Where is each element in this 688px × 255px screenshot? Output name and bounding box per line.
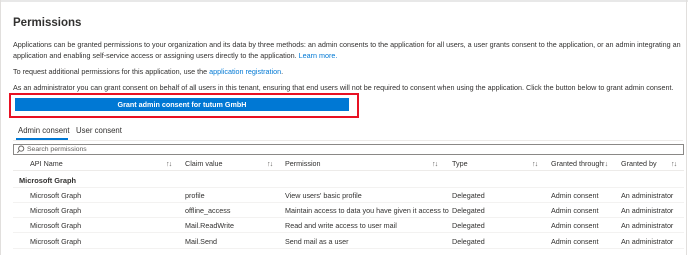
cell-type: Delegated: [452, 221, 485, 230]
group-header-microsoft-graph: Microsoft Graph: [19, 176, 77, 185]
intro-text: Applications can be granted permissions …: [13, 40, 681, 60]
search-icon: [17, 145, 25, 154]
left-border: [0, 0, 1, 255]
request-text: To request additional permissions for th…: [13, 67, 208, 76]
search-box[interactable]: [13, 144, 684, 155]
cell-claim-value: profile: [185, 191, 205, 200]
request-suffix: .: [281, 67, 284, 76]
cell-type: Delegated: [452, 237, 485, 246]
cell-api-name: Microsoft Graph: [30, 206, 82, 215]
column-header-granted-through[interactable]: Granted through: [551, 159, 603, 168]
sort-permission-icon[interactable]: ↑↓: [432, 159, 438, 168]
sort-granted-through-icon[interactable]: ↑↓: [602, 159, 608, 168]
tabs-divider: [13, 140, 683, 141]
column-header-type[interactable]: Type: [452, 159, 468, 168]
learn-more-link[interactable]: Learn more.: [299, 51, 338, 60]
cell-permission: Maintain access to data you have given i…: [285, 206, 449, 215]
cell-type: Delegated: [452, 206, 485, 215]
cell-permission: View users' basic profile: [285, 191, 362, 200]
cell-api-name: Microsoft Graph: [30, 221, 82, 230]
row-divider: [13, 232, 684, 233]
row-divider: [13, 217, 684, 218]
column-header-permission[interactable]: Permission: [285, 159, 321, 168]
page-title: Permissions: [13, 17, 82, 29]
right-border: [686, 0, 687, 255]
column-header-api-name[interactable]: API Name: [30, 159, 63, 168]
top-border: [0, 0, 688, 2]
grant-admin-consent-button[interactable]: Grant admin consent for tutum GmbH: [15, 98, 349, 111]
sort-granted-by-icon[interactable]: ↑↓: [671, 159, 677, 168]
cell-api-name: Microsoft Graph: [30, 191, 82, 200]
row-divider: [13, 187, 684, 188]
column-header-granted-by[interactable]: Granted by: [621, 159, 657, 168]
admin-note: As an administrator you can grant consen…: [13, 83, 674, 92]
intro-paragraph: Applications can be granted permissions …: [13, 39, 683, 61]
row-divider: [13, 248, 684, 249]
cell-api-name: Microsoft Graph: [30, 237, 82, 246]
application-registration-link[interactable]: application registration: [209, 67, 281, 76]
cell-permission: Read and write access to user mail: [285, 221, 397, 230]
cell-claim-value: offline_access: [185, 206, 231, 215]
tab-user-consent[interactable]: User consent: [76, 126, 122, 135]
cell-granted-by: An administrator: [621, 221, 674, 230]
cell-type: Delegated: [452, 191, 485, 200]
search-input[interactable]: [27, 145, 627, 154]
cell-granted-through: Admin consent: [551, 191, 599, 200]
cell-permission: Send mail as a user: [285, 237, 349, 246]
cell-granted-through: Admin consent: [551, 221, 599, 230]
sort-api-name-icon[interactable]: ↑↓: [166, 159, 172, 168]
cell-claim-value: Mail.Send: [185, 237, 217, 246]
cell-granted-through: Admin consent: [551, 237, 599, 246]
cell-granted-by: An administrator: [621, 237, 674, 246]
column-header-claim-value[interactable]: Claim value: [185, 159, 223, 168]
cell-granted-by: An administrator: [621, 191, 674, 200]
cell-claim-value: Mail.ReadWrite: [185, 221, 234, 230]
cell-granted-through: Admin consent: [551, 206, 599, 215]
sort-type-icon[interactable]: ↑↓: [532, 159, 538, 168]
header-divider: [13, 170, 684, 171]
cell-granted-by: An administrator: [621, 206, 674, 215]
row-divider: [13, 202, 684, 203]
request-paragraph: To request additional permissions for th…: [13, 66, 683, 77]
sort-claim-value-icon[interactable]: ↑↓: [267, 159, 273, 168]
tab-admin-consent[interactable]: Admin consent: [18, 126, 70, 135]
